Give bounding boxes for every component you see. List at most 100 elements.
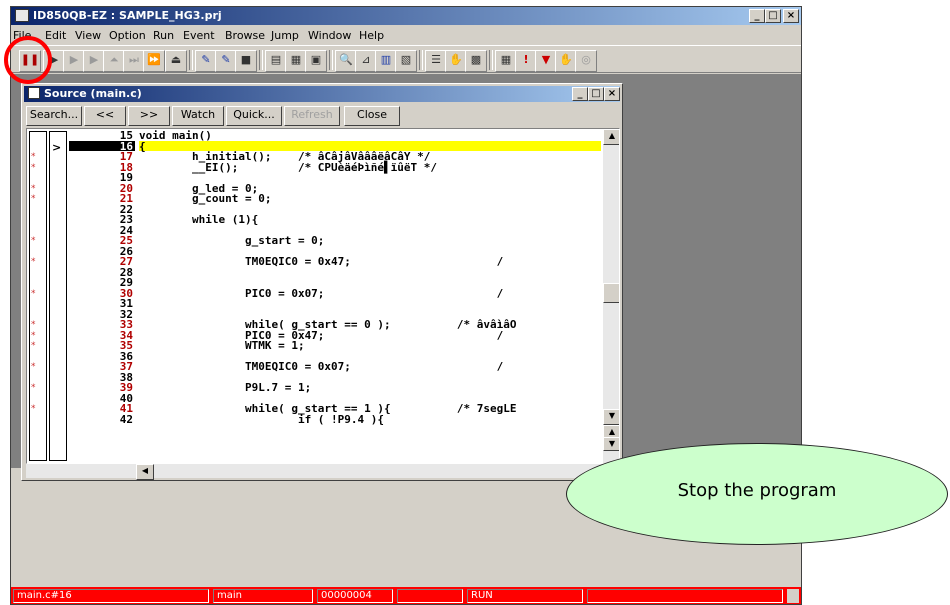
event-marker: * <box>31 183 36 194</box>
watch-button[interactable]: Watch <box>172 106 224 126</box>
menu-run[interactable]: Run <box>153 29 174 42</box>
trace-icon[interactable]: ▧ <box>395 50 417 72</box>
source-restore-button[interactable]: □ <box>588 87 604 101</box>
table-icon[interactable]: ▦ <box>495 50 517 72</box>
io-icon[interactable]: ▣ <box>305 50 327 72</box>
return-icon[interactable]: ⏶ <box>103 50 125 72</box>
callout-bubble: Stop the program <box>566 443 948 545</box>
menu-browse[interactable]: Browse <box>225 29 265 42</box>
event-marker: * <box>31 257 36 267</box>
source-icon[interactable]: ✎ <box>195 50 217 72</box>
menu-jump[interactable]: Jump <box>271 29 299 42</box>
source-line[interactable]: PIC0 = 0x07; / <box>139 288 503 300</box>
scroll-up-icon[interactable]: ▲ <box>603 129 619 145</box>
pc-marker-column[interactable] <box>49 131 67 461</box>
search-button[interactable]: Search... <box>26 106 82 126</box>
status-location: main.c#16 <box>13 589 209 603</box>
line-number: 42 <box>119 412 133 426</box>
pause-highlight-ring <box>4 36 52 84</box>
snapshot-icon[interactable]: ✋ <box>555 50 577 72</box>
menu-bar: File Edit View Option Run Event Browse J… <box>11 26 801 44</box>
current-pc-marker: > <box>52 141 62 154</box>
source-window-title: Source (main.c) <box>44 87 142 100</box>
horizontal-scrollbar[interactable]: ◀ <box>26 464 620 480</box>
menu-view[interactable]: View <box>75 29 101 42</box>
watch-icon[interactable]: 🔍 <box>335 50 357 72</box>
local-var-icon[interactable]: ⊿ <box>355 50 377 72</box>
blank-icon[interactable]: ■ <box>235 50 257 72</box>
event-marker: * <box>31 404 36 414</box>
toolbar: ❚❚ ▶ ▶ ▶ ⏶ ⏭ ⏩ ⏏ ✎ ✎ ■ ▤ ▦ ▣ 🔍 ⊿ ▥ ▧ ☰ ✋… <box>11 45 801 73</box>
scroll-thumb[interactable] <box>603 283 619 303</box>
coverage-icon[interactable]: ▩ <box>465 50 487 72</box>
close-button[interactable]: × <box>783 9 799 23</box>
source-line[interactable]: g_start = 0; <box>139 235 324 247</box>
source-line[interactable]: while (1){ <box>139 214 258 226</box>
step-in-icon[interactable]: ▶ <box>83 50 105 72</box>
fast-forward-icon[interactable]: ⏩ <box>143 50 165 72</box>
source-line[interactable]: __EI(); /* CPUèäéÞìñé▌ïûëT */ <box>139 162 437 174</box>
resize-grip-icon[interactable] <box>787 589 799 603</box>
event-marker: * <box>31 330 36 341</box>
minimize-button[interactable]: _ <box>749 9 765 23</box>
status-bar: main.c#16 main 00000004 RUN <box>11 587 801 604</box>
event-marker: * <box>31 288 36 299</box>
run-icon[interactable]: ▶ <box>63 50 85 72</box>
event-marker: * <box>31 236 36 246</box>
register-icon[interactable]: ▦ <box>285 50 307 72</box>
source-line[interactable]: TM0EQIC0 = 0x07; / <box>139 361 503 373</box>
source-window-icon <box>28 87 40 99</box>
code-view[interactable]: > 15 void main() 16{* 17 h_initial(); /* âC… <box>26 128 620 464</box>
source-line[interactable]: void main() <box>139 130 212 142</box>
event-marker: * <box>31 152 36 162</box>
app-title: ID850QB-EZ : SAMPLE_HG3.prj <box>33 9 222 22</box>
step-over-icon[interactable]: ⏭ <box>123 50 145 72</box>
menu-option[interactable]: Option <box>109 29 146 42</box>
event-marker: * <box>31 162 36 173</box>
memory-icon[interactable]: ▤ <box>265 50 287 72</box>
hand-icon[interactable]: ✋ <box>445 50 467 72</box>
next-button[interactable]: >> <box>128 106 170 126</box>
assemble-icon[interactable]: ✎ <box>215 50 237 72</box>
status-blank <box>397 589 463 603</box>
quick-button[interactable]: Quick... <box>226 106 282 126</box>
stack-icon[interactable]: ▥ <box>375 50 397 72</box>
vertical-scrollbar[interactable]: ▲ ▼ ▲ ▼ <box>603 129 619 463</box>
source-close-button[interactable]: × <box>604 87 620 101</box>
prev-button[interactable]: << <box>84 106 126 126</box>
title-bar: ID850QB-EZ : SAMPLE_HG3.prj _ □ × <box>11 7 801 25</box>
source-line[interactable]: g_count = 0; <box>139 193 271 205</box>
status-function: main <box>213 589 313 603</box>
source-line[interactable]: WTMK = 1; <box>139 340 305 352</box>
event-marker: * <box>31 194 36 204</box>
scroll-page-down-icon[interactable]: ▼ <box>603 437 619 451</box>
status-extra <box>587 589 783 603</box>
menu-event[interactable]: Event <box>183 29 215 42</box>
stub-icon[interactable]: ◎ <box>575 50 597 72</box>
status-address: 00000004 <box>317 589 393 603</box>
restore-button[interactable]: □ <box>765 9 781 23</box>
event-marker: * <box>31 320 36 330</box>
eject-icon[interactable]: ⏏ <box>165 50 187 72</box>
source-line[interactable]: P9L.7 = 1; <box>139 382 311 394</box>
breakpoint-icon[interactable]: ▼ <box>535 50 557 72</box>
source-line[interactable]: if ( !P9.4 ){ <box>139 414 384 426</box>
scroll-left-icon[interactable]: ◀ <box>136 464 154 480</box>
event-marker: * <box>31 383 36 393</box>
menu-window[interactable]: Window <box>308 29 351 42</box>
app-icon <box>15 9 29 22</box>
menu-edit[interactable]: Edit <box>45 29 66 42</box>
source-window: Source (main.c) _ □ × Search... << >> Wa… <box>21 83 623 481</box>
event-icon[interactable]: ☰ <box>425 50 447 72</box>
menu-help[interactable]: Help <box>359 29 384 42</box>
alert-icon[interactable]: ! <box>515 50 537 72</box>
event-marker: * <box>31 362 36 372</box>
source-minimize-button[interactable]: _ <box>572 87 588 101</box>
status-state: RUN <box>467 589 583 603</box>
refresh-button[interactable]: Refresh <box>284 106 340 126</box>
close-source-button[interactable]: Close <box>344 106 400 126</box>
source-window-title-bar: Source (main.c) _ □ × <box>24 86 620 102</box>
source-line[interactable]: TM0EQIC0 = 0x47; / <box>139 256 503 268</box>
scroll-down-icon[interactable]: ▼ <box>603 409 619 425</box>
callout-text: Stop the program <box>677 480 837 501</box>
